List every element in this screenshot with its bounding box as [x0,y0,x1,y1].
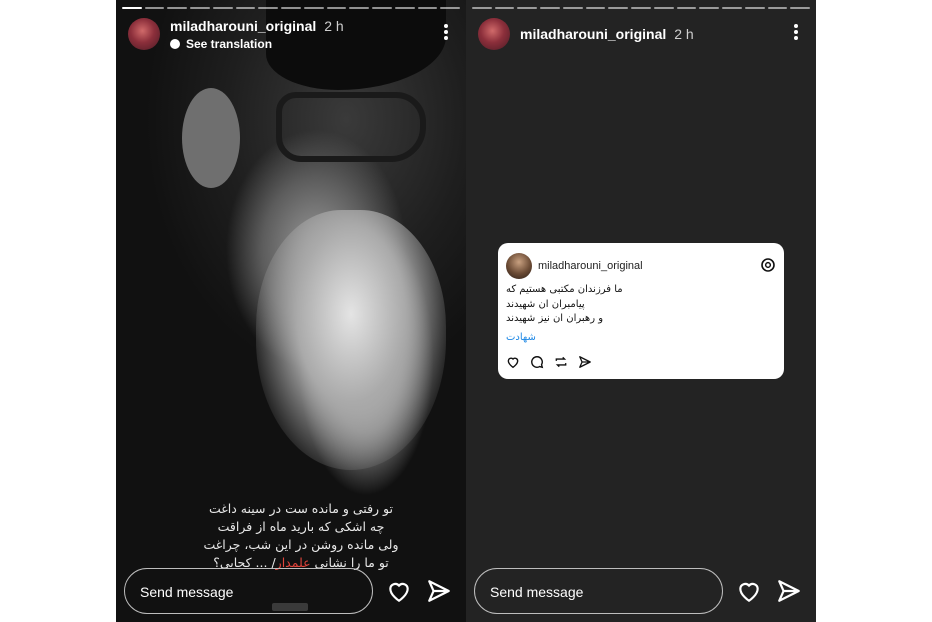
progress-segment [631,7,651,9]
progress-segment [235,7,256,9]
progress-segment [585,7,606,9]
username[interactable]: miladharouni_original 2 h [170,18,344,34]
progress-segment [744,7,765,9]
progress-segment [258,7,279,9]
progress-segment [281,7,301,9]
heart-icon[interactable] [386,578,412,604]
card-avatar [506,253,532,279]
story-right[interactable]: miladharouni_original 2 h miladharouni_or… [466,0,816,622]
progress-segment [676,7,697,9]
poem-line: ولی مانده روشن در این شب، چراغت [203,537,399,552]
progress-segment [540,7,560,9]
progress-segment [767,7,788,9]
progress-segment [472,7,492,9]
see-translation-label: See translation [186,37,273,51]
share-icon[interactable] [578,355,592,369]
watermark [272,603,308,611]
repost-icon[interactable] [554,355,568,369]
post-time: 2 h [674,26,694,42]
username-text[interactable]: miladharouni_original [520,26,666,42]
story-header: miladharouni_original 2 h See translation [126,18,456,52]
progress-segment [440,7,461,9]
photo-beard-shape [256,210,446,470]
more-options-icon[interactable] [444,24,448,40]
progress-segment [699,7,720,9]
post-time: 2 h [324,18,344,34]
poem-text: تو رفتی و مانده ست در سینه داغت چه اشکی … [176,500,426,572]
send-icon[interactable] [426,578,452,604]
photo-glasses-shape [276,92,426,162]
progress-segment [790,7,811,9]
card-line: ما فرزندان مکتبی هستیم که [506,284,623,295]
send-icon[interactable] [776,578,802,604]
progress-segment [517,7,538,9]
username-text[interactable]: miladharouni_original [170,18,316,34]
comment-icon[interactable] [530,355,544,369]
progress-segment [326,7,347,9]
story-left[interactable]: miladharouni_original 2 h See translation… [116,0,466,622]
photo-ear-shape [182,88,240,188]
progress-segment [303,7,324,9]
poem-line: تو رفتی و مانده ست در سینه داغت [208,501,393,516]
poem-line: چه اشکی که بارید ماه از فراقت [217,519,385,534]
send-message-input[interactable]: Send message [474,568,723,614]
threads-post-card[interactable]: miladharouni_original ما فرزندان مکتبی ه… [498,243,784,379]
more-options-icon[interactable] [794,24,798,40]
heart-icon[interactable] [506,355,520,369]
avatar[interactable] [478,18,510,50]
story-progress-bar [122,7,461,9]
progress-segment [653,7,674,9]
translate-bubble-icon [170,39,180,49]
see-translation-button[interactable]: See translation [170,37,272,51]
story-footer: Send message [474,568,808,614]
progress-segment [494,7,515,9]
avatar[interactable] [128,18,160,50]
outer-background-left [0,0,116,622]
card-username: miladharouni_original [538,260,643,272]
progress-segment [212,7,233,9]
send-message-input[interactable]: Send message [124,568,373,614]
story-progress-bar [472,7,811,9]
progress-segment [394,7,415,9]
progress-segment [144,7,165,9]
progress-segment [722,7,742,9]
card-line: پیامبران ان شهیدند [506,298,585,310]
threads-logo-icon [761,258,775,272]
progress-segment [167,7,188,9]
progress-segment [122,7,142,9]
card-line: و رهبران ان نیز شهیدند [506,313,604,324]
story-header: miladharouni_original 2 h [476,18,806,52]
progress-segment [349,7,370,9]
outer-background-right [816,0,932,622]
progress-segment [608,7,629,9]
card-body: ما فرزندان مکتبی هستیم که پیامبران ان شه… [506,283,776,327]
username[interactable]: miladharouni_original 2 h [520,26,694,42]
heart-icon[interactable] [736,578,762,604]
progress-segment [372,7,392,9]
card-actions [506,355,592,369]
hashtag-link[interactable]: شهادت [506,332,536,343]
progress-segment [190,7,210,9]
progress-segment [562,7,583,9]
progress-segment [417,7,438,9]
